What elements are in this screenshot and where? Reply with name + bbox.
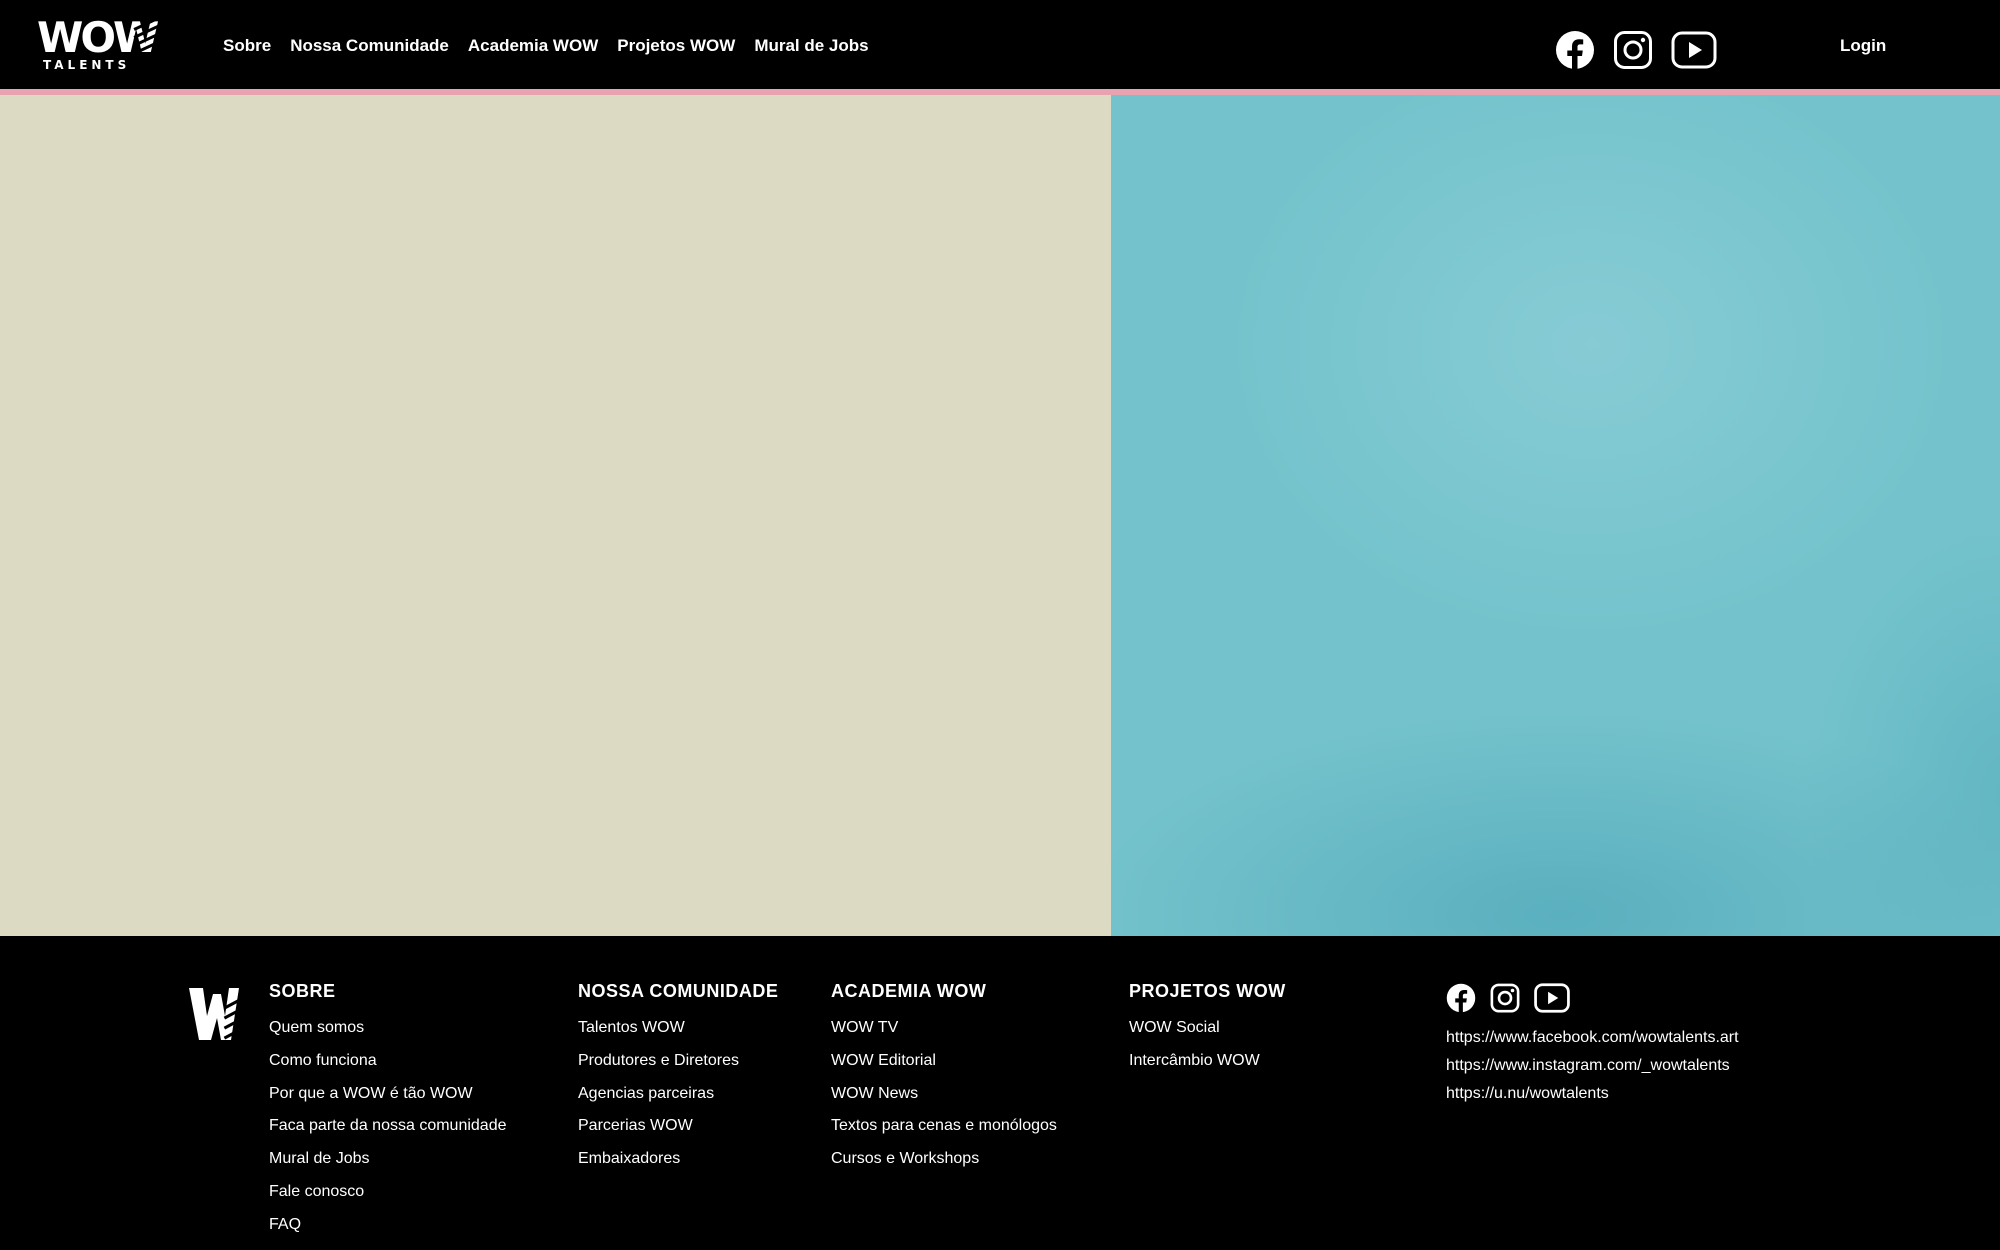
footer-link[interactable]: Parcerias WOW [578, 1110, 778, 1143]
footer-link[interactable]: WOW Social [1129, 1012, 1286, 1045]
footer-link[interactable]: Agencias parceiras [578, 1078, 778, 1111]
hero-banner [0, 95, 2000, 936]
instagram-icon[interactable] [1613, 30, 1653, 75]
footer-column-projetos-wow: PROJETOS WOW WOW Social Intercâmbio WOW [1129, 981, 1286, 1078]
footer-column-sobre: SOBRE Quem somos Como funciona Por que a… [269, 981, 506, 1242]
footer-link[interactable]: Mural de Jobs [269, 1143, 506, 1176]
main-nav: Sobre Nossa Comunidade Academia WOW Proj… [223, 36, 888, 56]
top-navigation-bar: WOW TALENTS Sobre Nossa Comunidade Acade… [0, 0, 2000, 95]
footer-link[interactable]: Cursos e Workshops [831, 1143, 1057, 1176]
nav-item-mural-de-jobs[interactable]: Mural de Jobs [754, 36, 868, 56]
footer-link[interactable]: Intercâmbio WOW [1129, 1045, 1286, 1078]
footer-heading-nossa-comunidade: NOSSA COMUNIDADE [578, 981, 779, 1001]
footer-link[interactable]: Produtores e Diretores [578, 1045, 778, 1078]
footer-link[interactable]: Por que a WOW é tão WOW [269, 1078, 506, 1111]
footer-heading-sobre: SOBRE [269, 981, 336, 1001]
nav-item-academia-wow[interactable]: Academia WOW [468, 36, 598, 56]
svg-text:WOW: WOW [37, 16, 159, 62]
footer-link[interactable]: Embaixadores [578, 1143, 778, 1176]
nav-item-sobre[interactable]: Sobre [223, 36, 271, 56]
site-footer: SOBRE Quem somos Como funciona Por que a… [0, 936, 2000, 1250]
youtube-icon[interactable] [1671, 31, 1717, 74]
footer-column-nossa-comunidade: NOSSA COMUNIDADE Talentos WOW Produtores… [578, 981, 778, 1176]
footer-link[interactable]: Quem somos [269, 1012, 506, 1045]
footer-link[interactable]: WOW Editorial [831, 1045, 1057, 1078]
wow-talents-logo[interactable]: WOW TALENTS [37, 16, 159, 72]
footer-link[interactable]: Como funciona [269, 1045, 506, 1078]
instagram-icon[interactable] [1490, 983, 1520, 1018]
hero-right-panel [1111, 95, 2000, 936]
header-social-icons [1555, 30, 1735, 75]
nav-item-nossa-comunidade[interactable]: Nossa Comunidade [290, 36, 449, 56]
youtube-icon[interactable] [1534, 983, 1570, 1018]
footer-link[interactable]: Fale conosco [269, 1176, 506, 1209]
footer-link[interactable]: Talentos WOW [578, 1012, 778, 1045]
footer-link[interactable]: Faca parte da nossa comunidade [269, 1110, 506, 1143]
youtube-url-link[interactable]: https://u.nu/wowtalents [1446, 1080, 1739, 1108]
login-link[interactable]: Login [1840, 36, 1886, 56]
instagram-url-link[interactable]: https://www.instagram.com/_wowtalents [1446, 1052, 1739, 1080]
hero-left-panel [0, 95, 1111, 936]
footer-link[interactable]: Textos para cenas e monólogos [831, 1110, 1057, 1143]
footer-link[interactable]: FAQ [269, 1209, 506, 1242]
nav-item-projetos-wow[interactable]: Projetos WOW [617, 36, 735, 56]
wow-w-logo[interactable] [189, 986, 250, 1047]
footer-link[interactable]: WOW News [831, 1078, 1057, 1111]
facebook-icon[interactable] [1555, 30, 1595, 75]
footer-social-icons [1446, 983, 1584, 1018]
footer-social-urls: https://www.facebook.com/wowtalents.art … [1446, 1024, 1739, 1108]
facebook-url-link[interactable]: https://www.facebook.com/wowtalents.art [1446, 1024, 1739, 1052]
footer-heading-academia-wow: ACADEMIA WOW [831, 981, 987, 1001]
footer-heading-projetos-wow: PROJETOS WOW [1129, 981, 1286, 1001]
footer-column-academia-wow: ACADEMIA WOW WOW TV WOW Editorial WOW Ne… [831, 981, 1057, 1176]
footer-link[interactable]: WOW TV [831, 1012, 1057, 1045]
svg-text:TALENTS: TALENTS [43, 58, 130, 72]
facebook-icon[interactable] [1446, 983, 1476, 1018]
